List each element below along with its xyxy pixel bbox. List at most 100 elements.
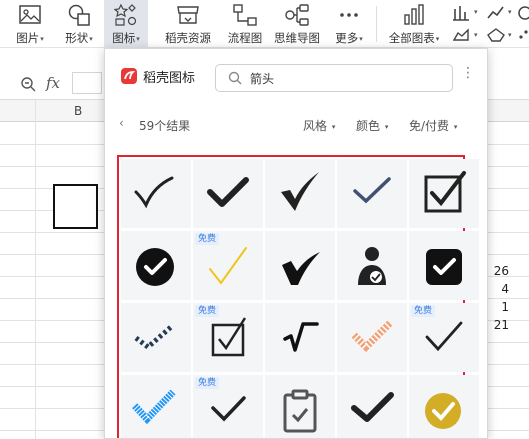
check-square-icon bbox=[426, 249, 462, 285]
flowchart-button[interactable]: 流程图 bbox=[222, 0, 268, 48]
radar-chart-icon[interactable] bbox=[486, 27, 506, 43]
filter-bar: ‹ 59个结果 风格 ▾ 颜色 ▾ 免/付费 ▾ bbox=[105, 111, 487, 139]
column-header-b[interactable]: B bbox=[74, 104, 82, 118]
square-shape[interactable] bbox=[53, 184, 98, 229]
checkbox-outline-icon bbox=[211, 317, 247, 357]
checkmark-dark-bold-icon bbox=[351, 392, 394, 422]
line-chart-icon[interactable] bbox=[486, 4, 506, 22]
icon-result-item[interactable] bbox=[265, 303, 335, 372]
filter-label: 颜色 bbox=[356, 119, 381, 133]
insert-shape-button[interactable]: 形状▾ bbox=[54, 0, 104, 48]
icon-result-item[interactable] bbox=[265, 159, 335, 228]
ribbon-label: 流程图 bbox=[227, 31, 263, 45]
insert-picture-button[interactable]: 图片▾ bbox=[6, 0, 54, 48]
docer-resources-button[interactable]: 稻壳资源 bbox=[160, 0, 216, 48]
column-chart-icon[interactable] bbox=[452, 4, 472, 22]
search-input[interactable] bbox=[250, 69, 440, 87]
icon-result-item[interactable] bbox=[337, 231, 407, 300]
checkmark-yellow-icon bbox=[209, 247, 247, 285]
filter-color-dropdown[interactable]: 颜色 ▾ bbox=[356, 117, 388, 134]
checkmark-heavy-icon bbox=[282, 252, 320, 285]
icon-search-box[interactable] bbox=[215, 64, 453, 92]
icon-result-item[interactable] bbox=[193, 159, 263, 228]
all-charts-button[interactable]: 全部图表▾ bbox=[384, 0, 444, 48]
all-charts-icon bbox=[404, 4, 424, 25]
chevron-down-icon[interactable]: ▾ bbox=[508, 8, 512, 16]
check-circle-icon bbox=[136, 248, 174, 286]
icon-result-item[interactable]: 免费 bbox=[409, 303, 479, 372]
icon-library-panel: 稻壳图标 ⋮ ‹ 59个结果 风格 ▾ 颜色 ▾ 免/付费 ▾ bbox=[104, 48, 488, 439]
icon-results-grid: 免费 免费 免费 免费 bbox=[117, 155, 479, 438]
checkmark-slate-icon bbox=[353, 177, 391, 204]
pie-chart-icon[interactable] bbox=[516, 4, 529, 22]
square-root-check-icon bbox=[283, 322, 319, 352]
icon-result-item[interactable] bbox=[337, 375, 407, 438]
mindmap-button[interactable]: 思维导图 bbox=[268, 0, 326, 48]
icon-result-item[interactable] bbox=[265, 375, 335, 438]
icon-result-item[interactable]: 免费 bbox=[193, 303, 263, 372]
icon-result-item[interactable] bbox=[121, 231, 191, 300]
icon-result-item[interactable] bbox=[409, 159, 479, 228]
filter-price-dropdown[interactable]: 免/付费 ▾ bbox=[409, 117, 457, 134]
search-icon bbox=[228, 71, 242, 85]
clipboard-check-icon bbox=[283, 389, 317, 433]
mindmap-icon bbox=[285, 4, 309, 26]
checkmark-thin-icon bbox=[134, 176, 174, 209]
icon-result-item[interactable] bbox=[337, 159, 407, 228]
chevron-down-icon[interactable]: ▾ bbox=[474, 8, 478, 16]
checkmark-regular-icon bbox=[211, 396, 246, 422]
chevron-down-icon[interactable]: ▾ bbox=[508, 31, 512, 39]
checkmark-striped-orange-icon bbox=[350, 320, 393, 352]
icon-result-item[interactable]: 免费 bbox=[193, 231, 263, 300]
user-check-icon bbox=[358, 247, 386, 285]
checkbox-checked-icon bbox=[424, 171, 466, 213]
image-icon bbox=[19, 5, 41, 24]
flowchart-icon bbox=[233, 4, 257, 26]
filter-style-dropdown[interactable]: 风格 ▾ bbox=[303, 117, 335, 134]
icon-result-item[interactable] bbox=[409, 231, 479, 300]
check-circle-gold-icon bbox=[425, 393, 461, 429]
checkmark-bold-icon bbox=[207, 177, 249, 207]
filter-label: 免/付费 bbox=[409, 119, 450, 133]
icon-result-item[interactable] bbox=[121, 375, 191, 438]
more-dots-icon bbox=[340, 13, 358, 17]
checkmark-light-icon bbox=[425, 321, 463, 352]
result-count: 59个结果 bbox=[139, 119, 191, 133]
checkmark-dotted-blue-icon bbox=[131, 389, 176, 425]
area-chart-icon[interactable] bbox=[452, 27, 472, 43]
zoom-icon[interactable] bbox=[20, 76, 36, 92]
grid-line bbox=[35, 100, 36, 439]
filter-label: 风格 bbox=[303, 119, 328, 133]
more-button[interactable]: 更多▾ bbox=[328, 0, 370, 48]
icon-result-item[interactable] bbox=[121, 303, 191, 372]
back-chevron-icon[interactable]: ‹ bbox=[119, 116, 124, 130]
icon-result-item[interactable]: 免费 bbox=[193, 375, 263, 438]
more-options-icon[interactable]: ⋮ bbox=[461, 65, 475, 81]
ribbon-toolbar: 图片▾ 形状▾ 图标▾ 稻壳资源 流程图 思维导图 更多▾ 全部图表▾ ▾ ▾ … bbox=[0, 0, 529, 48]
ribbon-divider bbox=[376, 6, 377, 42]
scatter-chart-icon[interactable] bbox=[516, 27, 529, 43]
ribbon-label: 图标 bbox=[112, 31, 136, 45]
ribbon-label: 稻壳资源 bbox=[165, 31, 211, 45]
formula-input[interactable] bbox=[72, 72, 102, 94]
icon-result-item[interactable] bbox=[409, 375, 479, 438]
panel-brand-title: 稻壳图标 bbox=[143, 71, 196, 86]
ribbon-label: 更多 bbox=[335, 31, 359, 45]
ribbon-label: 全部图表 bbox=[388, 31, 435, 45]
icon-result-item[interactable] bbox=[337, 303, 407, 372]
ribbon-label: 图片 bbox=[16, 31, 40, 45]
ribbon-label: 思维导图 bbox=[274, 31, 320, 45]
icons-icon bbox=[114, 3, 137, 26]
icon-result-item[interactable] bbox=[265, 231, 335, 300]
checkmark-brush-icon bbox=[281, 172, 319, 211]
docer-logo-icon bbox=[121, 68, 137, 84]
ribbon-label: 形状 bbox=[65, 31, 89, 45]
checkmark-dotted-navy-icon bbox=[134, 325, 173, 351]
icon-result-item[interactable] bbox=[121, 159, 191, 228]
insert-icon-button[interactable]: 图标▾ bbox=[104, 0, 148, 48]
chevron-down-icon[interactable]: ▾ bbox=[474, 31, 478, 39]
fx-label[interactable]: fx bbox=[46, 74, 60, 92]
shapes-icon bbox=[68, 4, 90, 26]
resource-store-icon bbox=[177, 6, 199, 24]
app-window: 图片▾ 形状▾ 图标▾ 稻壳资源 流程图 思维导图 更多▾ 全部图表▾ ▾ ▾ … bbox=[0, 0, 529, 439]
